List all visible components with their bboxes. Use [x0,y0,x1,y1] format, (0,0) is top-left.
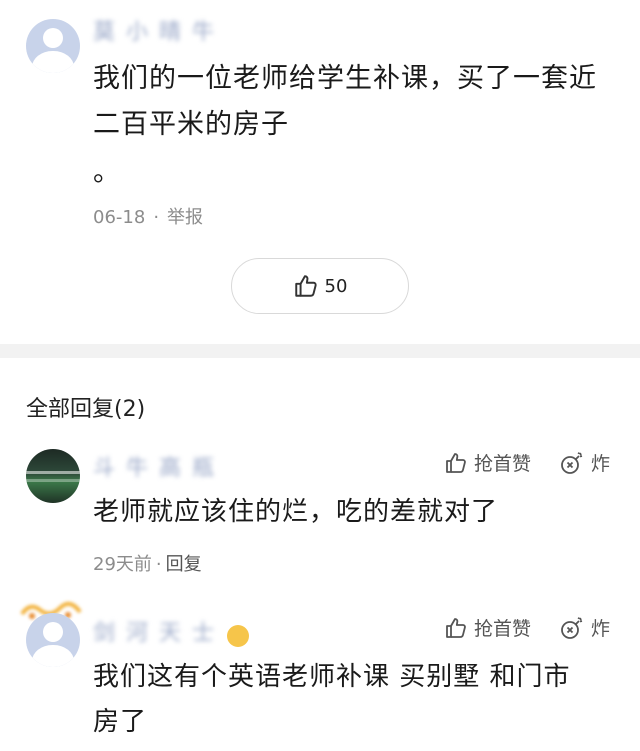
bomb-icon [561,616,583,639]
reply-1-reply-link[interactable]: 回复 [166,554,202,575]
reply-2-avatar[interactable] [26,613,80,667]
meta-separator: · [155,554,162,575]
reply-1-meta: 29天前 · 回复 [93,550,202,576]
reply-2-text-line-1: 我们这有个英语老师补课 买别墅 和门市 [93,662,571,692]
comment-avatar[interactable] [26,19,80,73]
comment-text-line-1: 我们的一位老师给学生补课，买了一套近 [93,63,597,94]
reply-1-username[interactable]: 斗 牛 高 瓶 [93,450,216,482]
like-count: 50 [324,275,348,297]
comment-username[interactable]: 莫 小 晴 牛 [93,14,216,46]
reply-2-text-line-2: 房了 [93,707,148,737]
section-divider [0,344,640,358]
reply-1-bomb-label: 炸 [591,453,611,475]
thumbs-up-icon [294,275,317,297]
user-badge-icon [227,624,250,647]
reply-2-username[interactable]: 剑 河 天 士 [93,615,216,647]
thumbs-up-icon [446,617,466,638]
reply-1-text: 老师就应该住的烂，吃的差就对了 [93,497,499,527]
report-link[interactable]: 举报 [167,207,203,228]
reply-2-bomb-label: 炸 [591,618,611,640]
comment-date: 06-18 [93,207,146,228]
like-button[interactable]: 50 [231,258,409,314]
reply-2-like-button[interactable]: 抢首赞 [444,614,531,641]
comment-text-line-2: 二百平米的房子 [93,109,289,140]
reply-1-avatar[interactable] [26,449,80,503]
reply-1-like-button[interactable]: 抢首赞 [444,449,531,476]
comment-text-line-3: 。 [93,157,121,188]
reply-1-like-label: 抢首赞 [474,453,532,475]
reply-2-bomb-button[interactable]: 炸 [559,614,610,641]
replies-section-title: 全部回复(2) [26,397,146,422]
reply-2-username-row: 剑 河 天 士 [93,615,250,647]
thumbs-up-icon [446,452,466,473]
meta-separator: · [153,207,160,228]
reply-1-time: 29天前 [93,554,152,575]
reply-2-like-label: 抢首赞 [474,618,532,640]
comment-meta: 06-18 · 举报 [93,203,203,229]
bomb-icon [561,451,583,474]
reply-1-bomb-button[interactable]: 炸 [559,449,610,476]
